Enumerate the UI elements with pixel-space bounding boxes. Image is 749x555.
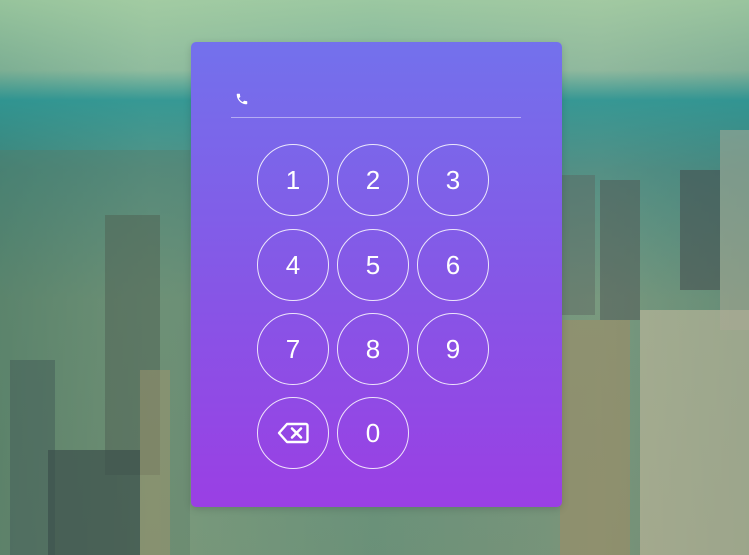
- backspace-icon: [277, 422, 309, 444]
- key-5[interactable]: 5: [337, 229, 409, 301]
- key-8[interactable]: 8: [337, 313, 409, 385]
- key-3[interactable]: 3: [417, 144, 489, 216]
- key-4[interactable]: 4: [257, 229, 329, 301]
- key-6[interactable]: 6: [417, 229, 489, 301]
- phone-icon: [236, 93, 248, 105]
- key-1[interactable]: 1: [257, 144, 329, 216]
- key-0[interactable]: 0: [337, 397, 409, 469]
- phone-number-input[interactable]: [257, 87, 521, 117]
- key-7[interactable]: 7: [257, 313, 329, 385]
- backspace-button[interactable]: [257, 397, 329, 469]
- key-2[interactable]: 2: [337, 144, 409, 216]
- dialer-card: 1 2 3 4 5 6 7 8 9 0: [191, 42, 562, 507]
- phone-input-row: [231, 87, 521, 118]
- key-9[interactable]: 9: [417, 313, 489, 385]
